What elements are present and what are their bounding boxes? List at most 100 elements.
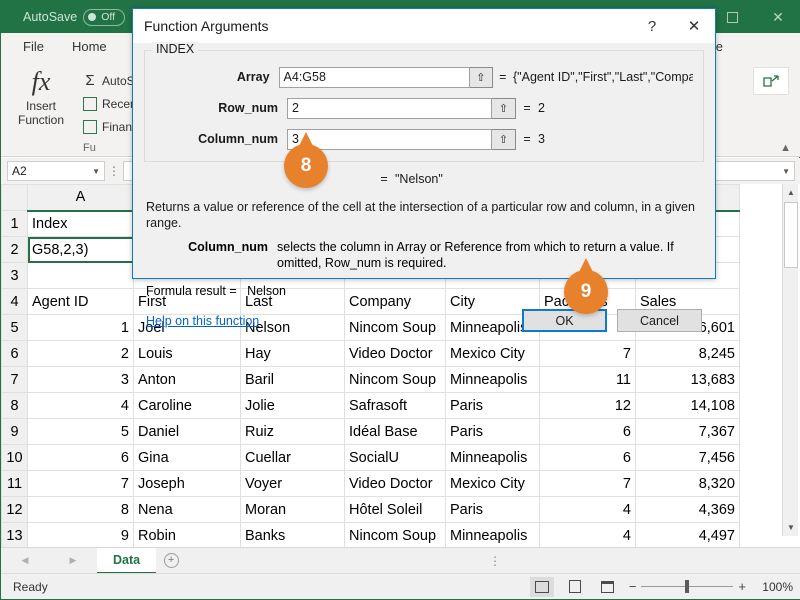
argument-input-column-num[interactable]: 3	[287, 129, 492, 150]
vertical-dots-icon[interactable]: ⋮	[489, 554, 501, 568]
cell-G10[interactable]: 7,456	[636, 445, 740, 471]
cell-D10[interactable]: SocialU	[345, 445, 446, 471]
vertical-scroll-thumb[interactable]	[784, 202, 798, 268]
cancel-button[interactable]: Cancel	[617, 309, 702, 332]
vertical-scrollbar[interactable]: ▲ ▼	[782, 184, 798, 536]
cell-G8[interactable]: 14,108	[636, 393, 740, 419]
range-picker-icon[interactable]: ⇧	[492, 98, 516, 119]
normal-view-icon[interactable]	[530, 577, 554, 597]
cell-C8[interactable]: Jolie	[241, 393, 345, 419]
cell-A2[interactable]: G58,2,3)	[28, 237, 134, 263]
help-on-this-function-link[interactable]: Help on this function	[146, 314, 259, 328]
select-all-corner[interactable]	[2, 185, 28, 211]
cell-B9[interactable]: Daniel	[134, 419, 241, 445]
chevron-up-icon[interactable]: ▲	[780, 142, 791, 154]
cell-D6[interactable]: Video Doctor	[345, 341, 446, 367]
autosave-toggle[interactable]: AutoSave Off	[23, 9, 125, 26]
cell-C10[interactable]: Cuellar	[241, 445, 345, 471]
insert-function-button[interactable]: fx Insert Function	[7, 65, 75, 127]
argument-input-row-num[interactable]: 2	[287, 98, 492, 119]
cell-A5[interactable]: 1	[28, 315, 134, 341]
cell-F7[interactable]: 11	[540, 367, 636, 393]
scroll-up-icon[interactable]: ▲	[783, 184, 799, 201]
cell-E12[interactable]: Paris	[446, 497, 540, 523]
cell-A9[interactable]: 5	[28, 419, 134, 445]
row-header-7[interactable]: 7	[2, 367, 28, 393]
cell-E8[interactable]: Paris	[446, 393, 540, 419]
cell-B6[interactable]: Louis	[134, 341, 241, 367]
cell-A10[interactable]: 6	[28, 445, 134, 471]
cell-E13[interactable]: Minneapolis	[446, 523, 540, 549]
cell-F9[interactable]: 6	[540, 419, 636, 445]
chevron-down-icon[interactable]: ▼	[92, 167, 100, 176]
cell-F11[interactable]: 7	[540, 471, 636, 497]
zoom-slider[interactable]: − +	[629, 579, 746, 594]
row-header-3[interactable]: 3	[2, 263, 28, 289]
cell-A1[interactable]: Index	[28, 211, 134, 237]
argument-input-array[interactable]: A4:G58	[279, 67, 471, 88]
zoom-in-button[interactable]: +	[738, 579, 746, 594]
scroll-down-icon[interactable]: ▼	[783, 519, 799, 536]
cell-A11[interactable]: 7	[28, 471, 134, 497]
cell-E10[interactable]: Minneapolis	[446, 445, 540, 471]
ribbon-tab-home[interactable]: Home	[58, 33, 121, 61]
row-header-4[interactable]: 4	[2, 289, 28, 315]
close-icon[interactable]: ✕	[673, 9, 715, 43]
cell-D7[interactable]: Nincom Soup	[345, 367, 446, 393]
row-header-9[interactable]: 9	[2, 419, 28, 445]
cell-E9[interactable]: Paris	[446, 419, 540, 445]
cell-G6[interactable]: 8,245	[636, 341, 740, 367]
cell-F8[interactable]: 12	[540, 393, 636, 419]
cell-C13[interactable]: Banks	[241, 523, 345, 549]
cell-D11[interactable]: Video Doctor	[345, 471, 446, 497]
row-header-1[interactable]: 1	[2, 211, 28, 237]
row-header-2[interactable]: 2	[2, 237, 28, 263]
add-sheet-button[interactable]: +	[156, 553, 186, 568]
cell-G7[interactable]: 13,683	[636, 367, 740, 393]
autosave-switch[interactable]: Off	[83, 9, 125, 26]
cell-F6[interactable]: 7	[540, 341, 636, 367]
cell-F13[interactable]: 4	[540, 523, 636, 549]
row-header-6[interactable]: 6	[2, 341, 28, 367]
page-layout-icon[interactable]	[563, 577, 587, 597]
cell-C11[interactable]: Voyer	[241, 471, 345, 497]
sheet-tab-data[interactable]: Data	[97, 548, 156, 574]
cell-G9[interactable]: 7,367	[636, 419, 740, 445]
cell-B10[interactable]: Gina	[134, 445, 241, 471]
cell-C7[interactable]: Baril	[241, 367, 345, 393]
range-picker-icon[interactable]: ⇧	[492, 129, 516, 150]
column-header-a[interactable]: A	[28, 185, 134, 211]
cell-B12[interactable]: Nena	[134, 497, 241, 523]
cell-A8[interactable]: 4	[28, 393, 134, 419]
triangle-left-icon[interactable]: ◀	[22, 555, 29, 566]
zoom-thumb[interactable]	[685, 580, 689, 593]
cell-G13[interactable]: 4,497	[636, 523, 740, 549]
cell-E11[interactable]: Mexico City	[446, 471, 540, 497]
cell-C9[interactable]: Ruiz	[241, 419, 345, 445]
cell-B8[interactable]: Caroline	[134, 393, 241, 419]
row-header-8[interactable]: 8	[2, 393, 28, 419]
zoom-out-button[interactable]: −	[629, 579, 637, 594]
row-header-5[interactable]: 5	[2, 315, 28, 341]
cell-D9[interactable]: Idéal Base	[345, 419, 446, 445]
zoom-track[interactable]	[641, 586, 733, 587]
name-box[interactable]: A2 ▼	[7, 161, 105, 181]
page-break-icon[interactable]	[596, 577, 620, 597]
cell-A6[interactable]: 2	[28, 341, 134, 367]
cell-F10[interactable]: 6	[540, 445, 636, 471]
cell-E6[interactable]: Mexico City	[446, 341, 540, 367]
cell-A13[interactable]: 9	[28, 523, 134, 549]
cell-A12[interactable]: 8	[28, 497, 134, 523]
cell-B11[interactable]: Joseph	[134, 471, 241, 497]
cell-C6[interactable]: Hay	[241, 341, 345, 367]
cell-D12[interactable]: Hôtel Soleil	[345, 497, 446, 523]
share-icon[interactable]	[753, 67, 789, 95]
row-header-12[interactable]: 12	[2, 497, 28, 523]
close-icon[interactable]: ✕	[755, 1, 800, 33]
cell-G12[interactable]: 4,369	[636, 497, 740, 523]
cell-G11[interactable]: 8,320	[636, 471, 740, 497]
range-picker-icon[interactable]: ⇧	[470, 67, 492, 88]
cell-C12[interactable]: Moran	[241, 497, 345, 523]
triangle-right-icon[interactable]: ▶	[70, 555, 77, 566]
chevron-down-icon[interactable]: ▼	[782, 167, 790, 176]
